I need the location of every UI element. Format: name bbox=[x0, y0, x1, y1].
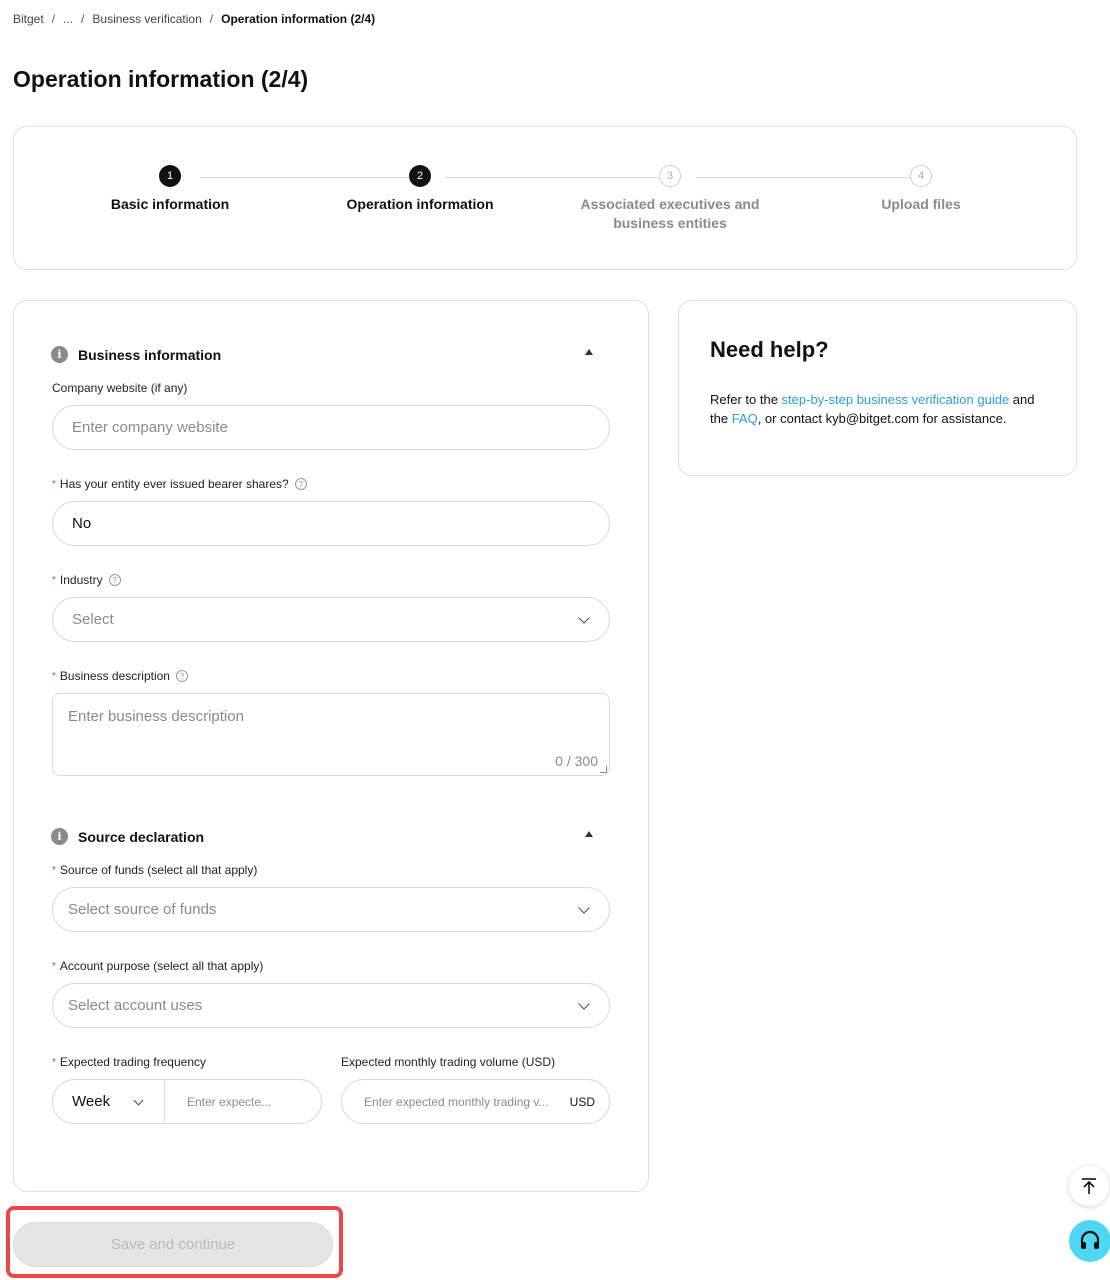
help-icon[interactable]: ? bbox=[294, 478, 307, 490]
breadcrumb-root[interactable]: Bitget bbox=[13, 12, 44, 26]
required-mark: * bbox=[52, 960, 56, 972]
source-section-header[interactable]: i Source declaration bbox=[51, 828, 204, 845]
step-4-label: Upload files bbox=[881, 196, 961, 212]
frequency-input[interactable]: Enter expecte... bbox=[165, 1095, 271, 1109]
breadcrumb: Bitget / ... / Business verification / O… bbox=[13, 12, 375, 26]
description-label: * Business description ? bbox=[52, 669, 188, 683]
info-icon: i bbox=[51, 828, 68, 845]
resize-handle-icon[interactable] bbox=[600, 766, 607, 773]
breadcrumb-current: Operation information (2/4) bbox=[221, 12, 376, 26]
help-text: Refer to the step-by-step business verif… bbox=[710, 392, 1035, 426]
trading-frequency-field: Week Enter expecte... bbox=[52, 1079, 322, 1124]
step-4-circle: 4 bbox=[910, 165, 932, 187]
bearer-shares-label: * Has your entity ever issued bearer sha… bbox=[52, 477, 307, 491]
currency-unit: USD bbox=[569, 1095, 595, 1109]
page-title: Operation information (2/4) bbox=[13, 66, 309, 92]
required-mark: * bbox=[52, 864, 56, 876]
required-mark: * bbox=[52, 1056, 56, 1068]
source-of-funds-select[interactable]: Select source of funds bbox=[52, 887, 610, 932]
funds-label: * Source of funds (select all that apply… bbox=[52, 863, 258, 877]
bearer-shares-select[interactable]: No bbox=[52, 501, 610, 546]
help-card: Need help? Refer to the step-by-step bus… bbox=[678, 300, 1077, 476]
step-connector bbox=[200, 177, 410, 178]
bearer-shares-value: No bbox=[72, 515, 92, 532]
step-2-label: Operation information bbox=[346, 196, 494, 212]
help-icon[interactable]: ? bbox=[108, 574, 121, 586]
account-purpose-select[interactable]: Select account uses bbox=[52, 983, 610, 1028]
help-icon[interactable]: ? bbox=[175, 670, 188, 682]
breadcrumb-ellipsis[interactable]: ... bbox=[63, 12, 73, 26]
step-connector bbox=[696, 177, 910, 178]
chevron-down-icon bbox=[578, 998, 590, 1010]
frequency-label: * Expected trading frequency bbox=[52, 1055, 206, 1069]
help-title: Need help? bbox=[710, 337, 829, 362]
company-website-placeholder: Enter company website bbox=[72, 419, 228, 436]
headset-icon bbox=[1080, 1230, 1100, 1249]
company-website-input[interactable]: Enter company website bbox=[52, 405, 610, 450]
industry-placeholder: Select bbox=[72, 611, 114, 628]
customer-support-button[interactable] bbox=[1069, 1220, 1110, 1262]
collapse-up-icon[interactable] bbox=[585, 349, 593, 355]
business-description-textarea[interactable]: Enter business description 0 / 300 bbox=[52, 693, 610, 776]
breadcrumb-parent[interactable]: Business verification bbox=[92, 12, 201, 26]
chevron-down-icon bbox=[578, 612, 590, 624]
breadcrumb-separator: / bbox=[81, 12, 85, 26]
industry-select[interactable]: Select bbox=[52, 597, 610, 642]
faq-link[interactable]: FAQ bbox=[732, 411, 758, 426]
step-1-circle: 1 bbox=[159, 165, 181, 187]
chevron-down-icon bbox=[133, 1095, 144, 1106]
step-2-circle: 2 bbox=[409, 165, 431, 187]
breadcrumb-separator: / bbox=[209, 12, 214, 26]
operation-form-card: i Business information Company website (… bbox=[13, 300, 649, 1192]
info-icon: i bbox=[51, 346, 68, 363]
purpose-placeholder: Select account uses bbox=[68, 997, 203, 1014]
step-3-label: Associated executives and business entit… bbox=[580, 196, 760, 231]
volume-placeholder: Enter expected monthly trading v... bbox=[364, 1094, 549, 1109]
required-mark: * bbox=[52, 574, 56, 586]
step-1-label: Basic information bbox=[110, 196, 230, 212]
frequency-period-value: Week bbox=[72, 1093, 111, 1110]
chevron-down-icon bbox=[578, 902, 590, 914]
purpose-label: * Account purpose (select all that apply… bbox=[52, 959, 264, 973]
character-counter: 0 / 300 bbox=[555, 753, 598, 769]
stepper-card: 1 2 3 4 Basic information Operation info… bbox=[13, 126, 1077, 270]
business-section-header[interactable]: i Business information bbox=[51, 346, 221, 363]
required-mark: * bbox=[52, 670, 56, 682]
save-and-continue-button[interactable]: Save and continue bbox=[13, 1222, 333, 1267]
arrow-up-to-top-icon bbox=[1082, 1178, 1096, 1194]
monthly-volume-input[interactable]: Enter expected monthly trading v... USD bbox=[341, 1079, 610, 1124]
step-3-circle: 3 bbox=[659, 165, 681, 187]
funds-placeholder: Select source of funds bbox=[68, 901, 217, 918]
description-placeholder: Enter business description bbox=[68, 708, 244, 725]
business-section-title: Business information bbox=[78, 346, 222, 363]
verification-guide-link[interactable]: step-by-step business verification guide bbox=[782, 392, 1010, 407]
frequency-placeholder: Enter expecte... bbox=[187, 1094, 272, 1109]
breadcrumb-separator: / bbox=[51, 12, 56, 26]
source-section-title: Source declaration bbox=[78, 828, 205, 845]
collapse-up-icon[interactable] bbox=[585, 831, 593, 837]
required-mark: * bbox=[52, 478, 56, 490]
website-label: Company website (if any) bbox=[52, 381, 188, 395]
back-to-top-button[interactable] bbox=[1069, 1166, 1109, 1206]
industry-label: * Industry ? bbox=[52, 573, 121, 587]
volume-label: Expected monthly trading volume (USD) bbox=[341, 1055, 556, 1069]
step-connector bbox=[445, 177, 659, 178]
frequency-period-select[interactable]: Week bbox=[53, 1080, 165, 1123]
